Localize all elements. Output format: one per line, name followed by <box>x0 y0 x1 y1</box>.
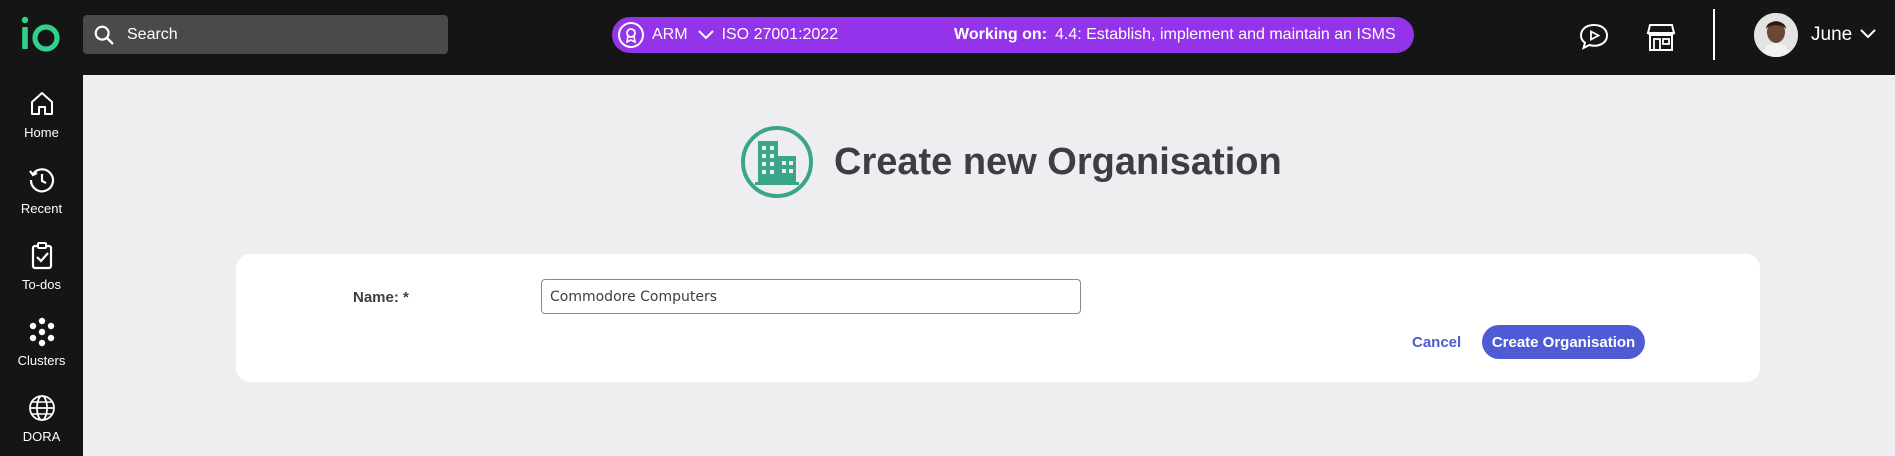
sidebar-item-home[interactable]: Home <box>0 89 83 159</box>
create-organisation-button[interactable]: Create Organisation <box>1482 325 1645 359</box>
sidebar-item-label: Clusters <box>17 353 66 368</box>
store-icon[interactable] <box>1642 18 1680 56</box>
search-icon <box>94 25 114 44</box>
award-ribbon-icon <box>618 22 644 48</box>
sidebar-item-todos[interactable]: To-dos <box>0 241 83 311</box>
organisation-form-card: Name: * Cancel Create Organisation <box>236 254 1760 382</box>
clipboard-check-icon <box>31 242 52 270</box>
sidebar: Home Recent To-dos Clusters DORA <box>0 75 83 456</box>
history-icon <box>28 168 54 193</box>
chevron-down-icon[interactable] <box>1860 26 1876 44</box>
sidebar-item-recent[interactable]: Recent <box>0 165 83 235</box>
sidebar-item-clusters[interactable]: Clusters <box>0 317 83 387</box>
clusters-icon <box>29 317 54 347</box>
cancel-button[interactable]: Cancel <box>1412 334 1461 351</box>
working-on-value[interactable]: 4.4: Establish, implement and maintain a… <box>1055 26 1396 44</box>
home-icon <box>30 92 53 115</box>
context-standard: ISO 27001:2022 <box>721 26 839 43</box>
top-bar: Search ARM ISO 27001:2022 Working on: 4.… <box>0 0 1895 75</box>
sidebar-item-label: Recent <box>20 201 63 216</box>
working-on-label: Working on: <box>954 26 1048 43</box>
chevron-down-icon[interactable] <box>697 30 714 40</box>
search-placeholder: Search <box>127 25 178 43</box>
context-pill[interactable]: ARM ISO 27001:2022 Working on: 4.4: Esta… <box>612 17 1414 53</box>
building-icon <box>741 126 813 198</box>
sidebar-item-label: To-dos <box>21 277 62 292</box>
organisation-name-input[interactable] <box>541 279 1081 314</box>
io-logo-icon[interactable] <box>18 14 62 58</box>
page-title: Create new Organisation <box>834 141 1282 183</box>
chat-play-icon[interactable] <box>1575 18 1613 56</box>
name-field-label: Name: * <box>353 289 409 306</box>
context-org: ARM <box>652 26 688 43</box>
sidebar-item-label: DORA <box>22 429 61 444</box>
user-name[interactable]: June <box>1811 24 1852 46</box>
user-avatar[interactable] <box>1754 13 1798 57</box>
sidebar-item-label: Home <box>24 125 59 140</box>
sidebar-item-dora[interactable]: DORA <box>0 393 83 456</box>
header-divider <box>1713 9 1715 60</box>
globe-icon <box>28 395 55 421</box>
search-bar[interactable]: Search <box>83 15 448 54</box>
